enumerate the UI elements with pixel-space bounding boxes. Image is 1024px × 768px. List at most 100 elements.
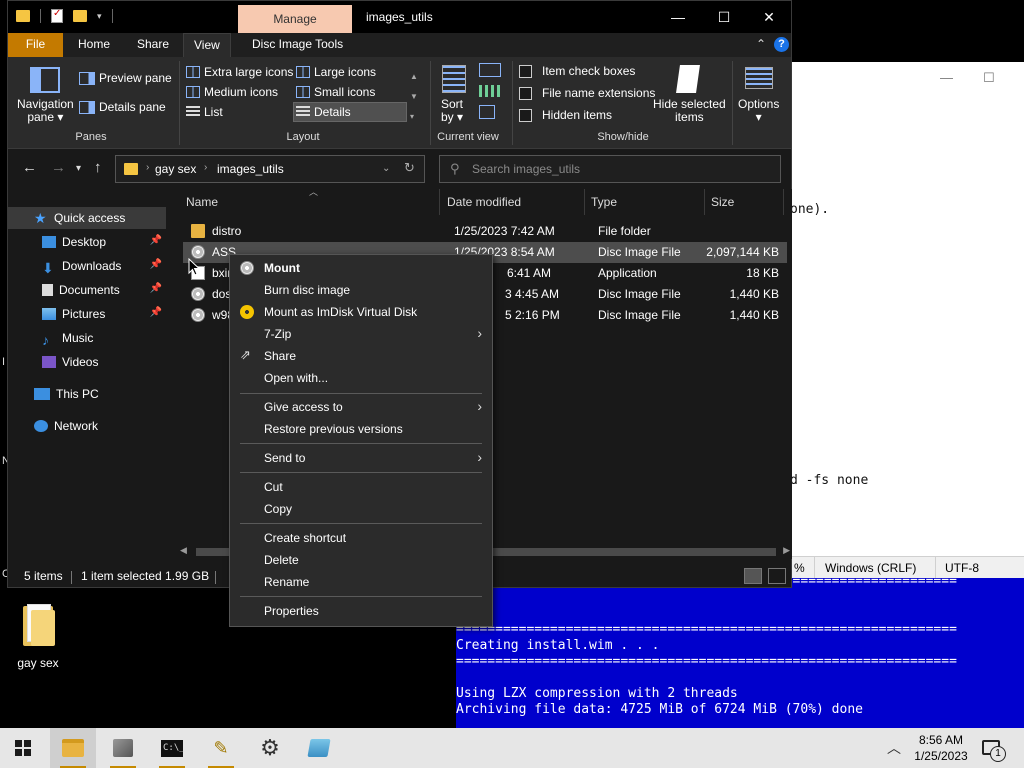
pin-icon[interactable]: 📌 xyxy=(150,235,162,246)
notepad-minimize-button[interactable]: — xyxy=(940,70,953,85)
nav-item-network[interactable]: Network xyxy=(8,415,166,437)
nav-item-music[interactable]: ♪ Music xyxy=(8,327,166,349)
tab-file[interactable]: File xyxy=(8,33,63,57)
console-line: Using LZX compression with 2 threads xyxy=(456,686,738,701)
menu-item-properties[interactable]: Properties xyxy=(230,600,492,622)
tab-share[interactable]: Share xyxy=(127,33,179,57)
chevron-down-icon[interactable]: ⌄ xyxy=(382,163,390,174)
minimize-button[interactable]: — xyxy=(655,5,701,29)
recent-locations-button[interactable]: ▾ xyxy=(76,163,81,174)
manage-contextual-tab[interactable]: Manage xyxy=(238,5,352,33)
menu-item-create-shortcut[interactable]: Create shortcut xyxy=(230,527,492,549)
nav-item-documents[interactable]: Documents 📌 xyxy=(8,279,166,301)
taskbar-file-explorer[interactable] xyxy=(50,728,96,768)
refresh-icon[interactable]: ↻ xyxy=(404,160,415,176)
taskbar-archive-app[interactable] xyxy=(296,728,342,768)
chevron-right-icon[interactable]: › xyxy=(146,162,149,173)
layout-extra-large-icons[interactable]: Extra large icons xyxy=(186,65,293,79)
customize-toolbar-icon[interactable]: ▾ xyxy=(97,11,102,22)
collapse-ribbon-icon[interactable]: ⌃ xyxy=(756,37,766,51)
back-button[interactable]: ← xyxy=(22,159,37,176)
navigation-pane-button[interactable] xyxy=(30,67,60,93)
column-header-size[interactable]: Size xyxy=(711,195,734,209)
help-icon[interactable]: ? xyxy=(774,37,789,52)
hidden-items-toggle[interactable]: Hidden items xyxy=(519,108,612,122)
scroll-left-icon[interactable]: ◀ xyxy=(180,545,187,556)
menu-item-restore-versions[interactable]: Restore previous versions xyxy=(230,418,492,440)
column-header-date[interactable]: Date modified xyxy=(447,195,521,209)
show-hidden-icons-icon[interactable]: ︿ xyxy=(887,738,901,758)
maximize-button[interactable]: ☐ xyxy=(701,5,747,29)
taskbar-notepad[interactable]: ✎ xyxy=(198,728,244,768)
menu-item-copy[interactable]: Copy xyxy=(230,498,492,520)
breadcrumb-item[interactable]: gay sex xyxy=(155,162,196,176)
layout-list[interactable]: List xyxy=(186,105,223,119)
tab-view[interactable]: View xyxy=(183,33,231,57)
taskbar-app-installer[interactable] xyxy=(100,728,146,768)
menu-item-delete[interactable]: Delete xyxy=(230,549,492,571)
nav-item-pictures[interactable]: Pictures 📌 xyxy=(8,303,166,325)
size-columns-icon[interactable] xyxy=(479,105,495,119)
clock[interactable]: 8:56 AM 1/25/2023 xyxy=(912,732,970,764)
menu-item-open-with[interactable]: Open with... xyxy=(230,367,492,389)
column-header-name[interactable]: Name xyxy=(186,195,218,209)
file-row[interactable]: distro 1/25/2023 7:42 AM File folder xyxy=(183,221,787,242)
breadcrumb-item[interactable]: images_utils xyxy=(217,162,284,176)
layout-gallery-scroll[interactable]: ▲ ▼ ▾ xyxy=(410,67,418,127)
layout-details[interactable]: Details xyxy=(296,105,351,119)
menu-item-cut[interactable]: Cut xyxy=(230,476,492,498)
menu-item-share[interactable]: ⇗ Share xyxy=(230,345,492,367)
large-icons-view-toggle[interactable] xyxy=(768,568,786,584)
layout-large-icons[interactable]: Large icons xyxy=(296,65,376,79)
menu-item-mount-imdisk[interactable]: Mount as ImDisk Virtual Disk xyxy=(230,301,492,323)
nav-item-desktop[interactable]: Desktop 📌 xyxy=(8,231,166,253)
preview-pane-button[interactable]: Preview pane xyxy=(79,71,172,85)
pin-icon[interactable]: 📌 xyxy=(150,259,162,270)
tab-home[interactable]: Home xyxy=(68,33,120,57)
details-view-toggle[interactable] xyxy=(744,568,762,584)
nav-item-this-pc[interactable]: This PC xyxy=(8,383,166,405)
search-box[interactable]: ⚲ xyxy=(439,155,781,183)
chevron-right-icon[interactable]: › xyxy=(204,162,207,173)
taskbar-command-prompt[interactable]: C:\_ xyxy=(149,728,195,768)
nav-item-downloads[interactable]: ⬇ Downloads 📌 xyxy=(8,255,166,277)
column-header-type[interactable]: Type xyxy=(591,195,617,209)
pin-icon[interactable]: 📌 xyxy=(150,307,162,318)
options-button[interactable]: Options ▾ xyxy=(738,98,779,124)
menu-item-burn-disc-image[interactable]: Burn disc image xyxy=(230,279,492,301)
address-bar[interactable]: › gay sex › images_utils ⌄ ↻ xyxy=(115,155,425,183)
layout-small-icons[interactable]: Small icons xyxy=(296,85,375,99)
scroll-right-icon[interactable]: ▶ xyxy=(783,545,790,556)
file-name-extensions-toggle[interactable]: File name extensions xyxy=(519,86,655,100)
navigation-pane-button-label[interactable]: Navigation pane ▾ xyxy=(17,98,74,124)
notepad-maximize-button[interactable]: ☐ xyxy=(983,70,995,86)
close-button[interactable]: ✕ xyxy=(746,5,792,29)
windows-logo-icon xyxy=(15,740,31,756)
add-columns-icon[interactable] xyxy=(479,85,501,97)
menu-item-mount[interactable]: Mount xyxy=(230,257,492,279)
properties-icon[interactable] xyxy=(51,8,63,23)
item-check-boxes-toggle[interactable]: Item check boxes xyxy=(519,64,635,78)
preview-pane-icon xyxy=(79,71,95,85)
details-pane-button[interactable]: Details pane xyxy=(79,100,166,114)
layout-medium-icons[interactable]: Medium icons xyxy=(186,85,278,99)
desktop-folder-icon[interactable]: gay sex xyxy=(10,604,66,670)
up-button[interactable]: ↑ xyxy=(94,159,102,176)
pin-icon[interactable]: 📌 xyxy=(150,283,162,294)
search-input[interactable] xyxy=(472,160,772,178)
new-folder-icon[interactable] xyxy=(73,10,87,22)
menu-item-send-to[interactable]: Send to › xyxy=(230,447,492,469)
menu-item-rename[interactable]: Rename xyxy=(230,571,492,593)
start-button[interactable] xyxy=(0,728,46,768)
nav-item-videos[interactable]: Videos xyxy=(8,351,166,373)
download-icon: ⬇ xyxy=(42,260,54,276)
nav-item-quick-access[interactable]: ★ Quick access xyxy=(8,207,166,229)
group-by-icon[interactable] xyxy=(479,63,501,77)
menu-item-give-access[interactable]: Give access to › xyxy=(230,396,492,418)
menu-item-7zip[interactable]: 7-Zip › xyxy=(230,323,492,345)
hide-selected-items-button[interactable]: Hide selected items xyxy=(653,98,726,124)
tab-disc-image-tools[interactable]: Disc Image Tools xyxy=(242,33,353,57)
sort-by-button[interactable]: Sort by ▾ xyxy=(441,98,463,124)
taskbar-settings[interactable]: ⚙ xyxy=(247,728,293,768)
forward-button[interactable]: → xyxy=(51,159,66,176)
